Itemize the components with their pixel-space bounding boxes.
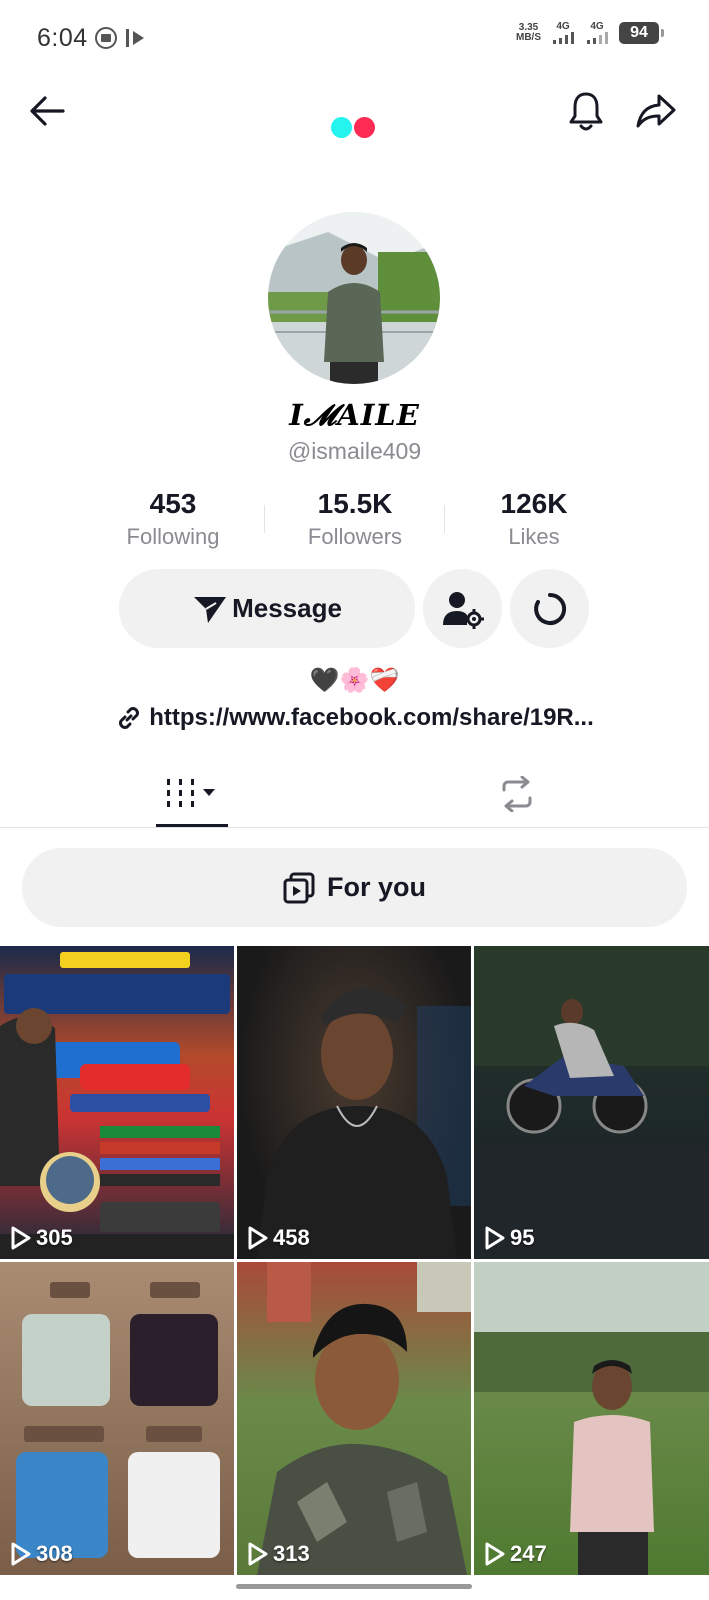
video-thumbnail <box>474 1262 709 1575</box>
signal-1: 4G <box>551 22 575 44</box>
view-count: 247 <box>484 1541 547 1567</box>
logo-dot-cyan <box>331 117 352 138</box>
tab-videos[interactable] <box>155 760 229 828</box>
home-indicator[interactable] <box>236 1584 472 1589</box>
screen-record-icon <box>95 27 117 49</box>
grid-icon <box>167 779 215 807</box>
profile-actions: Message <box>0 569 709 649</box>
view-count: 458 <box>247 1225 310 1251</box>
tiktok-logo <box>331 117 375 138</box>
stat-following[interactable]: 453 Following <box>83 488 263 550</box>
display-name: I𝓜AILE <box>289 398 420 432</box>
play-icon <box>11 1542 31 1566</box>
video-tile[interactable]: 247 <box>474 1262 709 1575</box>
for-you-button[interactable]: For you <box>22 848 687 927</box>
status-time: 6:04 <box>37 24 88 52</box>
loading-button[interactable] <box>510 569 589 648</box>
playlist-icon <box>283 872 315 903</box>
video-tile[interactable]: 95 <box>474 946 709 1259</box>
signal-bars-icon <box>553 32 574 44</box>
profile-tabs <box>0 760 709 828</box>
avatar-photo <box>268 212 440 384</box>
view-count: 305 <box>10 1225 73 1251</box>
status-bar: 6:04 3.35 MB/S 4G 4G 94 <box>0 0 709 76</box>
stat-divider <box>444 505 445 533</box>
play-icon <box>248 1542 268 1566</box>
stat-divider <box>264 505 265 533</box>
view-count: 95 <box>484 1225 534 1251</box>
signal-2: 4G <box>585 22 609 44</box>
back-button[interactable] <box>24 88 70 134</box>
loading-spinner-icon <box>533 592 566 625</box>
message-label: Message <box>232 593 342 623</box>
video-thumbnail <box>257 988 471 1259</box>
avatar[interactable] <box>268 212 440 384</box>
play-icon <box>11 1226 31 1250</box>
video-tile[interactable]: 308 <box>0 1262 234 1575</box>
notifications-button[interactable] <box>563 88 609 134</box>
battery-indicator: 94 <box>619 22 664 44</box>
video-tile[interactable]: 313 <box>237 1262 471 1575</box>
share-button[interactable] <box>633 88 679 134</box>
link-icon <box>119 707 140 729</box>
media-icon <box>126 29 144 47</box>
play-icon <box>485 1542 505 1566</box>
video-tile[interactable]: 305 <box>0 946 234 1259</box>
bio-link-text: https://www.facebook.com/share/19R... <box>149 704 594 731</box>
arrow-left-icon <box>30 96 65 126</box>
stat-likes[interactable]: 126K Likes <box>444 488 624 550</box>
signal-bars-icon <box>587 32 608 44</box>
tab-reposts[interactable] <box>480 760 554 828</box>
stat-followers[interactable]: 15.5K Followers <box>265 488 445 550</box>
username: @ismaile409 <box>287 438 422 464</box>
bell-icon <box>569 92 603 131</box>
repost-icon <box>502 776 532 812</box>
user-settings-icon <box>442 591 484 629</box>
bio-link[interactable]: https://www.facebook.com/share/19R... <box>0 704 709 732</box>
for-you-label: For you <box>327 872 426 902</box>
view-count: 313 <box>247 1541 310 1567</box>
share-icon <box>636 94 676 128</box>
bio-text: 🖤🌸❤️‍🩹 <box>309 667 400 694</box>
play-icon <box>248 1226 268 1250</box>
video-thumbnail <box>474 946 709 1259</box>
send-icon <box>194 596 227 623</box>
video-grid: 305 458 95 308 313 247 <box>0 946 709 1575</box>
tab-active-indicator <box>156 824 228 827</box>
video-tile[interactable]: 458 <box>237 946 471 1259</box>
video-thumbnail <box>257 1262 471 1575</box>
view-count: 308 <box>10 1541 73 1567</box>
message-button[interactable]: Message <box>119 569 415 648</box>
network-speed: 3.35 MB/S <box>516 22 541 43</box>
video-thumbnail <box>0 952 234 1259</box>
play-icon <box>485 1226 505 1250</box>
logo-dot-red <box>354 117 375 138</box>
video-thumbnail <box>16 1282 220 1558</box>
profile-stats: 453 Following 15.5K Followers 126K Likes <box>0 488 709 552</box>
friend-settings-button[interactable] <box>423 569 502 648</box>
